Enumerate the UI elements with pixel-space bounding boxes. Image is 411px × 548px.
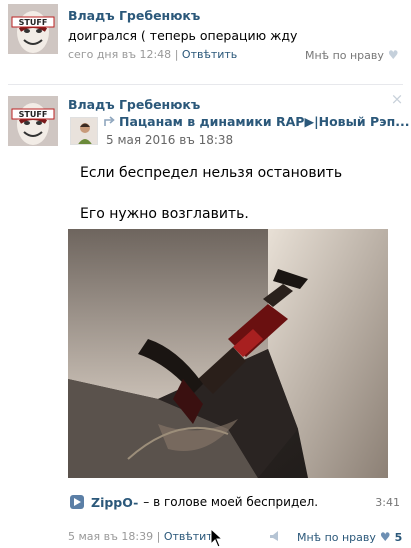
heart-icon: ♥ [379, 530, 391, 544]
comment-text: доигрался ( теперь операцию жду [68, 28, 298, 43]
comment-time[interactable]: сего дня въ 12:48 [68, 48, 171, 61]
repost-date[interactable]: 5 мая 2016 въ 18:38 [106, 133, 233, 147]
comment-author[interactable]: Владъ Гребенюкъ [68, 8, 200, 23]
post-meta: 5 мая въ 18:39 | Отвѣтить [68, 530, 219, 543]
audio-artist[interactable]: ZippO- [91, 495, 138, 510]
comment-separator: | [174, 48, 179, 61]
audio-track[interactable]: ZippO- – в голове моей беспридел. 3:41 [70, 492, 400, 512]
play-icon[interactable] [70, 495, 84, 509]
post-text-line-2: Его нужно возглавить. [80, 206, 249, 222]
mouse-cursor-icon [210, 528, 224, 548]
comment-avatar[interactable]: STUFF [8, 4, 58, 54]
svg-text:STUFF: STUFF [19, 18, 48, 27]
repost-source-name: Пацанам в динамики RAP▶|Новый Рэп... [119, 114, 410, 129]
repost-source-avatar[interactable] [70, 117, 98, 145]
audio-duration: 3:41 [375, 495, 400, 509]
comment-like-button[interactable]: Мнѣ по нраву ♥ [305, 48, 399, 62]
comment-reply-link[interactable]: Отвѣтить [182, 48, 237, 61]
post-photo[interactable] [68, 229, 388, 478]
share-icon[interactable] [270, 531, 282, 541]
heart-icon: ♥ [387, 48, 399, 62]
svg-text:STUFF: STUFF [19, 110, 48, 119]
post-time[interactable]: 5 мая въ 18:39 [68, 530, 153, 543]
audio-title: – в голове моей беспридел. [143, 495, 319, 509]
post-text-line-1: Если беспредел нельзя остановить [80, 165, 343, 181]
repost-source[interactable]: Пацанам в динамики RAP▶|Новый Рэп... [104, 114, 409, 129]
like-count: 5 [394, 530, 403, 544]
post-like-label: Мнѣ по нраву [297, 530, 376, 544]
post-author[interactable]: Владъ Гребенюкъ [68, 97, 200, 112]
post-avatar[interactable]: STUFF [8, 96, 58, 146]
comment-like-label: Мнѣ по нраву [305, 48, 384, 62]
post-separator: | [156, 530, 161, 543]
comment-meta: сего дня въ 12:48 | Отвѣтить [68, 48, 237, 61]
repost-arrow-icon [104, 116, 115, 126]
close-icon[interactable]: × [390, 92, 404, 107]
divider [8, 84, 403, 85]
post-like-button[interactable]: Мнѣ по нраву ♥ 5 [297, 530, 402, 544]
